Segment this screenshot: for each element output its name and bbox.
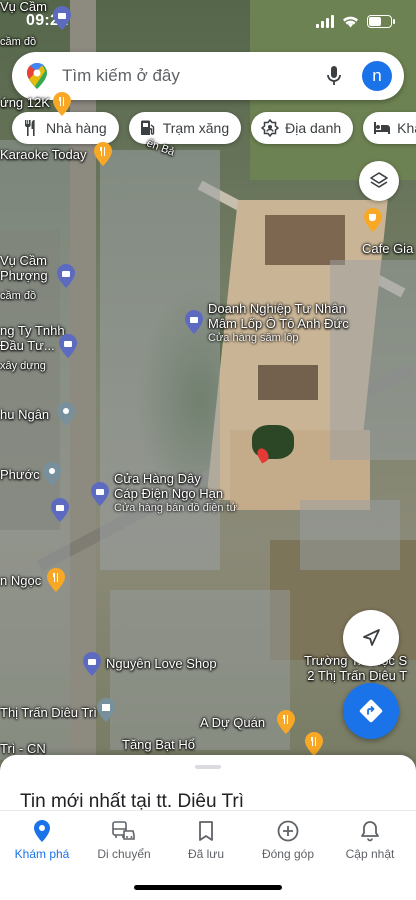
- poi-label: Nguyên Love Shop: [106, 656, 217, 671]
- status-icons: [316, 14, 395, 28]
- nav-label: Khám phá: [14, 847, 70, 861]
- chip-label: Địa danh: [285, 120, 342, 136]
- shopping-pin-icon: [185, 310, 203, 334]
- poi-anh-duc[interactable]: Doanh Nghiệp Tư Nhân Mâm Lốp Ô Tô Anh Đứ…: [184, 301, 349, 344]
- bookmark-icon: [194, 819, 218, 843]
- nav-saved[interactable]: Đã lưu: [164, 819, 248, 861]
- shopping-pin-icon: [83, 652, 101, 676]
- nav-commute[interactable]: Di chuyển: [82, 819, 166, 861]
- chip-hotels[interactable]: Khá: [363, 112, 416, 144]
- nav-updates[interactable]: Cập nhật: [328, 819, 412, 861]
- chip-label: Trạm xăng: [162, 120, 230, 136]
- nav-label: Đã lưu: [187, 847, 225, 861]
- chip-landmarks[interactable]: Địa danh: [251, 112, 354, 144]
- bell-icon: [358, 819, 382, 843]
- navigation-arrow-icon: [363, 629, 380, 646]
- cellular-signal-icon: [316, 14, 334, 28]
- poi-label: A Dự Quán: [200, 715, 266, 730]
- gas-station-icon: [139, 119, 157, 137]
- food-pin-icon: [53, 92, 71, 116]
- directions-icon: [359, 699, 383, 723]
- poi-label: ng Ty Tnhh Đầu Tư...: [0, 323, 65, 353]
- landmark-icon: [261, 119, 280, 137]
- sheet-grabber[interactable]: [195, 765, 221, 769]
- cafe-pin-icon: [364, 208, 382, 232]
- road-label: Tăng Bạt Hổ: [122, 737, 195, 752]
- poi-sublabel: cầm đồ: [0, 290, 37, 302]
- category-chips: Nhà hàng Trạm xăng Địa danh Khá: [12, 112, 416, 144]
- food-pin-icon: [277, 710, 295, 734]
- explore-pin-icon: [30, 819, 54, 843]
- wifi-icon: [343, 16, 358, 27]
- poi-sublabel: Cửa hàng săm lốp: [208, 331, 299, 344]
- poi-label: ứng 12K: [0, 95, 50, 110]
- plot-dark: [265, 215, 345, 265]
- nav-explore[interactable]: Khám phá: [0, 819, 84, 861]
- fork-knife-icon: [22, 119, 40, 137]
- chip-label: Nhà hàng: [46, 120, 107, 136]
- nav-contribute[interactable]: Đóng góp: [246, 819, 330, 861]
- poi-ngo-han[interactable]: Cửa Hàng Dây Cáp Điện Ngọ Hạn Cửa hàng b…: [90, 471, 237, 514]
- commute-icon: [112, 819, 136, 843]
- chip-label: Khá: [397, 120, 416, 136]
- buildings: [300, 500, 400, 570]
- poi-label: Karaoke Today: [0, 147, 87, 162]
- poi-sublabel: Cửa hàng bán đồ điện tử: [114, 501, 237, 514]
- poi-vu-cam[interactable]: [52, 6, 72, 30]
- poi-sublabel: cầm đồ: [0, 36, 37, 48]
- poi-label: Doanh Nghiệp Tư Nhân Mâm Lốp Ô Tô Anh Đứ…: [208, 301, 349, 331]
- poi-label: Thị Trấn Diêu Trì: [0, 705, 97, 720]
- my-location-button[interactable]: [343, 610, 399, 666]
- shopping-pin-icon: [59, 334, 77, 358]
- layers-button[interactable]: [359, 161, 399, 201]
- shopping-pin-icon: [91, 482, 109, 506]
- buildings: [330, 260, 416, 460]
- place-pin-icon: [43, 462, 61, 486]
- battery-icon: [367, 14, 395, 28]
- chip-restaurants[interactable]: Nhà hàng: [12, 112, 119, 144]
- poi-label: Cafe Gia: [362, 241, 414, 256]
- poi-label: Vụ Cầm Phượng: [0, 253, 48, 283]
- nav-label: Di chuyển: [97, 847, 151, 861]
- microphone-icon[interactable]: [322, 64, 346, 88]
- directions-button[interactable]: [343, 683, 399, 739]
- avatar[interactable]: n: [362, 61, 392, 91]
- poi-label: Phước: [0, 467, 40, 482]
- food-pin-icon: [305, 732, 323, 756]
- poi-label: Cửa Hàng Dây Cáp Điện Ngọ Hạn: [114, 471, 224, 501]
- hotel-icon: [373, 119, 391, 137]
- nav-label: Đóng góp: [261, 847, 315, 861]
- plot-dark: [258, 365, 318, 400]
- place-pin-icon: [57, 402, 75, 426]
- poi-sublabel: xây dựng: [0, 360, 46, 372]
- shopping-pin-icon: [51, 498, 69, 522]
- food-pin-icon: [47, 568, 65, 592]
- poi-label: Vụ Cầm: [0, 0, 47, 14]
- add-circle-icon: [276, 819, 300, 843]
- chip-gas-stations[interactable]: Trạm xăng: [128, 112, 242, 144]
- shopping-pin-icon: [57, 264, 75, 288]
- buildings: [0, 140, 70, 760]
- layers-icon: [370, 172, 388, 188]
- poi-label: hu Ngân: [0, 407, 50, 422]
- poi-label: n Ngọc: [0, 573, 42, 588]
- food-pin-icon: [94, 142, 112, 166]
- google-maps-pin-icon: [26, 63, 48, 89]
- home-indicator[interactable]: [134, 885, 282, 890]
- landmark-pin-icon: [97, 698, 115, 722]
- search-input[interactable]: Tìm kiếm ở đây: [62, 66, 322, 86]
- nav-label: Cập nhật: [345, 847, 395, 861]
- poi-nguyen-love-shop[interactable]: Nguyên Love Shop: [82, 652, 217, 676]
- shopping-pin-icon: [53, 6, 71, 30]
